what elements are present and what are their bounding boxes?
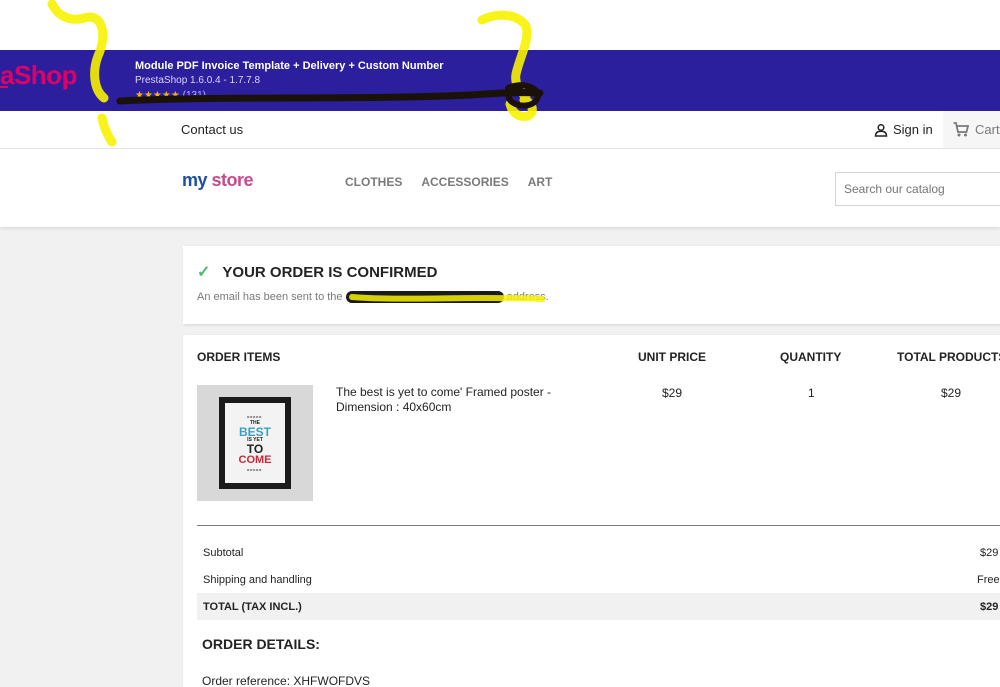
header-unit-price: UNIT PRICE — [638, 350, 707, 364]
menu-item-art[interactable]: ART — [528, 175, 553, 189]
poster-best: BEST — [238, 424, 271, 439]
contact-link[interactable]: Contact us — [181, 122, 243, 137]
order-items-card: ORDER ITEMS UNIT PRICE QUANTITY TOTAL PR… — [183, 335, 1000, 687]
total-value: $29 — [941, 386, 962, 400]
top-whitespace — [0, 0, 1000, 50]
prestashop-logo: aShop — [0, 60, 77, 90]
total-row: TOTAL (TAX INCL.) $29 — [197, 593, 1000, 620]
banner-version: PrestaShop 1.6.0.4 - 1.7.7.8 — [135, 75, 261, 86]
order-details-title: ORDER DETAILS: — [202, 636, 320, 652]
search-input[interactable] — [835, 172, 1000, 206]
logo-underline — [0, 86, 8, 88]
signin-link[interactable]: Sign in — [874, 122, 933, 137]
menu-item-clothes[interactable]: CLOTHES — [345, 175, 402, 189]
signin-label: Sign in — [893, 122, 933, 137]
main-header: my store CLOTHES ACCESSORIES ART — [0, 149, 1000, 227]
subtotal-row: Subtotal $29 — [197, 539, 1000, 566]
logo-word-my: my — [182, 170, 208, 190]
cart-button[interactable]: Cart — [943, 111, 1000, 148]
order-reference: Order reference: XHFWOFDVS — [202, 674, 371, 687]
poster-come: COME — [238, 453, 272, 466]
shipping-label: Shipping and handling — [203, 574, 312, 586]
top-nav: Contact us Sign in Cart — [0, 111, 1000, 149]
poster-image: ▸▸▸▸▸ THE BEST IS YET TO COME ▸▸▸▸▸ — [225, 403, 285, 483]
unit-price-value: $29 — [662, 386, 683, 400]
poster-arrows-top: ▸▸▸▸▸ — [247, 413, 263, 419]
cart-icon — [953, 122, 969, 137]
redacted-email — [345, 291, 504, 304]
total-value-summary: $29 — [980, 601, 999, 613]
banner-rating: ★★★★★ (131) — [135, 90, 206, 101]
confirmation-heading: ✓ YOUR ORDER IS CONFIRMED — [197, 262, 437, 282]
poster-frame: ▸▸▸▸▸ THE BEST IS YET TO COME ▸▸▸▸▸ — [219, 397, 291, 489]
order-confirmation-card: ✓ YOUR ORDER IS CONFIRMED An email has b… — [183, 246, 1000, 324]
header-total-products: TOTAL PRODUCTS — [897, 350, 1000, 364]
poster-to: TO — [246, 441, 264, 456]
subtotal-value: $29 — [980, 547, 999, 559]
promo-banner[interactable]: aShop Module PDF Invoice Template + Deli… — [0, 50, 1000, 111]
logo-word-store: store — [211, 170, 254, 190]
quantity-value: 1 — [808, 386, 815, 400]
check-icon: ✓ — [197, 264, 211, 281]
user-icon — [874, 123, 888, 137]
confirmation-message: An email has been sent to the address. — [197, 291, 549, 304]
header-quantity: QUANTITY — [780, 350, 842, 364]
store-logo[interactable]: my store — [182, 170, 254, 191]
cart-label: Cart — [975, 122, 1000, 137]
menu-item-accessories[interactable]: ACCESSORIES — [421, 175, 508, 189]
confirmation-text-end: address. — [506, 291, 549, 303]
confirmation-text-start: An email has been sent to the — [197, 291, 343, 303]
total-label: TOTAL (TAX INCL.) — [203, 601, 302, 613]
shipping-row: Shipping and handling Free — [197, 566, 1000, 593]
subtotal-label: Subtotal — [203, 547, 244, 559]
banner-title: Module PDF Invoice Template + Delivery +… — [135, 60, 444, 72]
product-name[interactable]: The best is yet to come' Framed poster -… — [336, 385, 586, 415]
header-order-items: ORDER ITEMS — [197, 350, 281, 364]
rating-count: (131) — [182, 90, 206, 101]
poster-arrows-bottom: ▸▸▸▸▸ — [247, 466, 263, 472]
confirmation-title: YOUR ORDER IS CONFIRMED — [222, 263, 438, 281]
main-menu: CLOTHES ACCESSORIES ART — [345, 175, 552, 189]
shipping-value: Free — [977, 574, 1000, 586]
items-divider — [197, 525, 1000, 526]
star-rating-icon: ★★★★★ — [135, 90, 180, 101]
product-thumbnail[interactable]: ▸▸▸▸▸ THE BEST IS YET TO COME ▸▸▸▸▸ — [197, 385, 313, 501]
